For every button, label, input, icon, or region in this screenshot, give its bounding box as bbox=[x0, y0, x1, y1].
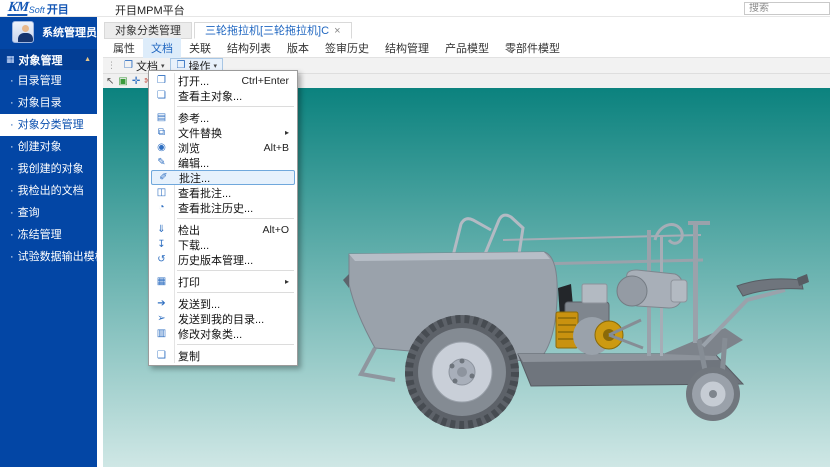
menu-item-modify-object-class[interactable]: ▥ 修改对象类... bbox=[149, 326, 297, 341]
select-cursor-icon[interactable]: ↖ bbox=[106, 75, 114, 88]
menu-item-annotate[interactable]: ✐ 批注... bbox=[151, 170, 295, 185]
menu-item-download[interactable]: ↧ 下载... bbox=[149, 237, 297, 252]
tab-close-icon[interactable]: × bbox=[334, 25, 340, 37]
copy-icon: ❑ bbox=[149, 350, 174, 361]
tab-documents[interactable]: 文档 bbox=[143, 38, 181, 58]
top-bar: KM Soft 开目 开目MPM平台 bbox=[0, 0, 830, 17]
sidebar-item-test-data-template[interactable]: ·试验数据输出模板 bbox=[0, 246, 97, 268]
menu-item-open[interactable]: ❐ 打开... Ctrl+Enter bbox=[149, 73, 297, 88]
menu-item-send-to[interactable]: ➔ 发送到... bbox=[149, 296, 297, 311]
reference-icon: ▤ bbox=[149, 112, 174, 123]
menu-item-reference[interactable]: ▤ 参考... bbox=[149, 110, 297, 125]
annotation-history-icon: ◔ bbox=[149, 202, 174, 213]
chevron-down-icon: ▾ bbox=[213, 62, 217, 70]
sidebar-item-create-object[interactable]: ·创建对象 bbox=[0, 136, 97, 158]
user-row: 系统管理员 bbox=[0, 17, 97, 47]
edit-icon: ✎ bbox=[149, 157, 174, 168]
document-tab-bar: 对象分类管理 三轮拖拉机[三轮拖拉机]C× bbox=[103, 17, 830, 39]
object-management-icon: ▦ bbox=[6, 54, 15, 65]
menu-item-browse[interactable]: ◉ 浏览 Alt+B bbox=[149, 140, 297, 155]
menu-item-copy[interactable]: ❑ 复制 bbox=[149, 348, 297, 363]
menu-item-edit[interactable]: ✎ 编辑... bbox=[149, 155, 297, 170]
menu-item-print[interactable]: ▦ 打印 ▸ bbox=[149, 274, 297, 289]
browse-icon: ◉ bbox=[149, 142, 174, 153]
application-window: KM Soft 开目 开目MPM平台 系统管理员 ▦ 对象管理 ▲ ·目录管理 … bbox=[0, 0, 830, 467]
sidebar-item-object-catalog[interactable]: ·对象目录 bbox=[0, 92, 97, 114]
view-annotations-icon: ◫ bbox=[149, 187, 174, 198]
user-avatar[interactable] bbox=[12, 21, 34, 43]
operation-dropdown-menu: ❐ 打开... Ctrl+Enter ❏ 查看主对象... ▤ 参考... ⧉ … bbox=[148, 70, 298, 366]
sidebar-section-object-management[interactable]: ▦ 对象管理 ▲ bbox=[0, 49, 97, 70]
print-icon: ▦ bbox=[149, 276, 174, 287]
menu-separator bbox=[177, 218, 294, 219]
tab-structure-management[interactable]: 结构管理 bbox=[377, 38, 437, 58]
sidebar-section-label: 对象管理 bbox=[19, 52, 63, 68]
menu-item-check-out[interactable]: ⇓ 检出 Alt+O bbox=[149, 222, 297, 237]
tab-product-model[interactable]: 产品模型 bbox=[437, 38, 497, 58]
user-name: 系统管理员 bbox=[42, 24, 97, 40]
history-version-icon: ↺ bbox=[149, 254, 174, 265]
image-icon[interactable]: ▣ bbox=[118, 75, 127, 88]
tab-associations[interactable]: 关联 bbox=[181, 38, 219, 58]
submenu-arrow-icon: ▸ bbox=[285, 277, 297, 286]
chevron-down-icon: ▾ bbox=[161, 62, 165, 70]
tab-properties[interactable]: 属性 bbox=[105, 38, 143, 58]
download-icon: ↧ bbox=[149, 239, 174, 250]
tab-part-model[interactable]: 零部件模型 bbox=[497, 38, 568, 58]
menu-item-file-replace[interactable]: ⧉ 文件替换 ▸ bbox=[149, 125, 297, 140]
app-title: 开目MPM平台 bbox=[115, 2, 185, 18]
tab-structure-list[interactable]: 结构列表 bbox=[219, 38, 279, 58]
annotate-icon: ✐ bbox=[152, 172, 175, 183]
menu-item-view-annotations[interactable]: ◫ 查看批注... bbox=[149, 185, 297, 200]
logo-cn-text: 开目 bbox=[47, 1, 69, 17]
tab-object-classification[interactable]: 对象分类管理 bbox=[104, 22, 192, 39]
detail-tab-bar: 属性 文档 关联 结构列表 版本 签审历史 结构管理 产品模型 零部件模型 bbox=[103, 39, 830, 57]
avatar-torso bbox=[18, 33, 33, 43]
sidebar-item-catalog-management[interactable]: ·目录管理 bbox=[0, 70, 97, 92]
menu-item-view-main-object[interactable]: ❏ 查看主对象... bbox=[149, 88, 297, 103]
menu-item-view-annotation-history[interactable]: ◔ 查看批注历史... bbox=[149, 200, 297, 215]
menu-item-send-to-my-catalog[interactable]: ➢ 发送到我的目录... bbox=[149, 311, 297, 326]
menu-separator bbox=[177, 270, 294, 271]
menu-separator bbox=[177, 106, 294, 107]
menu-separator bbox=[177, 292, 294, 293]
logo-km-text: KM bbox=[7, 2, 28, 16]
menu-separator bbox=[177, 344, 294, 345]
check-out-icon: ⇓ bbox=[149, 224, 174, 235]
logo-soft-text: Soft bbox=[29, 5, 45, 15]
sidebar-item-my-created-objects[interactable]: ·我创建的对象 bbox=[0, 158, 97, 180]
send-to-icon: ➔ bbox=[149, 298, 174, 309]
sidebar-item-my-checked-out-docs[interactable]: ·我检出的文档 bbox=[0, 180, 97, 202]
sidebar-item-object-classification[interactable]: ·对象分类管理 bbox=[0, 114, 97, 136]
kmsoft-logo: KM Soft 开目 bbox=[8, 0, 69, 17]
sidebar: 系统管理员 ▦ 对象管理 ▲ ·目录管理 ·对象目录 ·对象分类管理 ·创建对象… bbox=[0, 17, 97, 467]
submenu-arrow-icon: ▸ bbox=[285, 128, 297, 137]
sidebar-item-query[interactable]: ·查询 bbox=[0, 202, 97, 224]
tab-approval-history[interactable]: 签审历史 bbox=[317, 38, 377, 58]
move-icon[interactable]: ✛ bbox=[132, 75, 140, 88]
open-icon: ❐ bbox=[149, 75, 174, 86]
file-replace-icon: ⧉ bbox=[149, 127, 174, 138]
send-to-my-catalog-icon: ➢ bbox=[149, 313, 174, 324]
view-main-object-icon: ❏ bbox=[149, 90, 174, 101]
toolbar-grip: ⋮ bbox=[107, 60, 116, 71]
search-input[interactable] bbox=[744, 2, 830, 15]
menu-item-history-version[interactable]: ↺ 历史版本管理... bbox=[149, 252, 297, 267]
tab-three-wheel-tractor[interactable]: 三轮拖拉机[三轮拖拉机]C× bbox=[194, 22, 352, 39]
avatar-head bbox=[22, 25, 29, 32]
tab-versions[interactable]: 版本 bbox=[279, 38, 317, 58]
collapse-arrow-icon[interactable]: ▲ bbox=[84, 56, 91, 63]
document-icon: ❐ bbox=[124, 60, 133, 71]
modify-object-class-icon: ▥ bbox=[149, 328, 174, 339]
sidebar-item-freeze-management[interactable]: ·冻结管理 bbox=[0, 224, 97, 246]
